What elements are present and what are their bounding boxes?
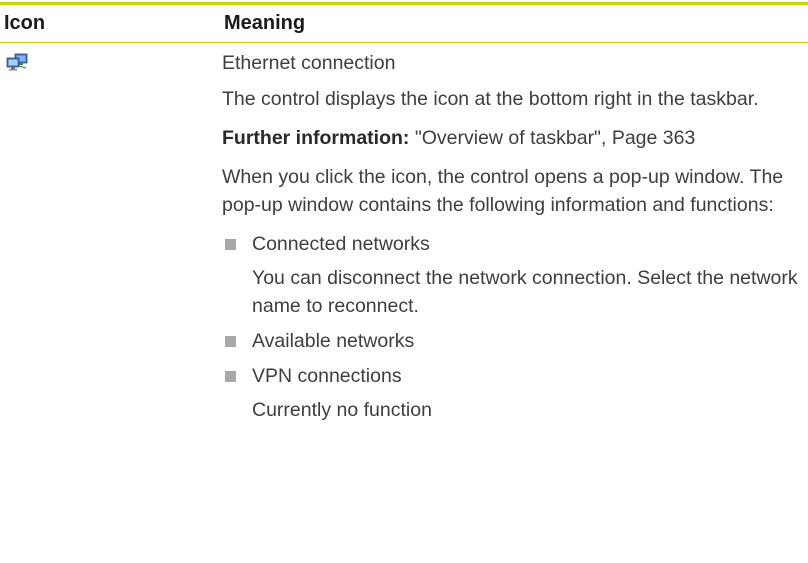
- table-row: Ethernet connection The control displays…: [0, 43, 808, 431]
- icon-cell: [0, 43, 222, 431]
- header-meaning: Meaning: [224, 12, 306, 34]
- list-item-connected-networks: Connected networks You can disconnect th…: [222, 230, 802, 320]
- front-monitor-screen: [8, 59, 18, 66]
- further-information-label: Further information:: [222, 127, 410, 149]
- popup-description: When you click the icon, the control ope…: [222, 166, 784, 216]
- list-item-label: Connected networks: [252, 233, 430, 255]
- further-information: Further information: "Overview of taskba…: [222, 124, 802, 152]
- list-item-available-networks: Available networks: [222, 327, 802, 355]
- list-item-subtext: Currently no function: [252, 399, 432, 421]
- bullet-icon: [225, 371, 236, 382]
- icon-meaning-table: Icon Meaning Ethernet connection The con…: [0, 2, 808, 431]
- back-monitor-stand: [19, 63, 23, 65]
- popup-function-list: Connected networks You can disconnect th…: [222, 230, 802, 424]
- list-item-label: Available networks: [252, 330, 415, 352]
- list-item-vpn-connections: VPN connections Currently no function: [222, 362, 802, 424]
- bullet-icon: [225, 336, 236, 347]
- table-header-row: Icon Meaning: [0, 5, 808, 43]
- list-item-label: VPN connections: [252, 365, 402, 387]
- header-icon: Icon: [4, 12, 46, 34]
- network-cable: [18, 65, 27, 69]
- meaning-title: Ethernet connection: [222, 52, 396, 74]
- network-monitors-icon: [6, 53, 28, 71]
- bullet-icon: [225, 239, 236, 250]
- meaning-cell: Ethernet connection The control displays…: [222, 43, 802, 431]
- further-information-link[interactable]: "Overview of taskbar", Page 363: [409, 127, 696, 149]
- list-item-subtext: You can disconnect the network connectio…: [252, 267, 798, 317]
- meaning-description: The control displays the icon at the bot…: [222, 88, 759, 110]
- front-monitor-stand: [11, 67, 15, 69]
- front-monitor-base: [9, 69, 17, 71]
